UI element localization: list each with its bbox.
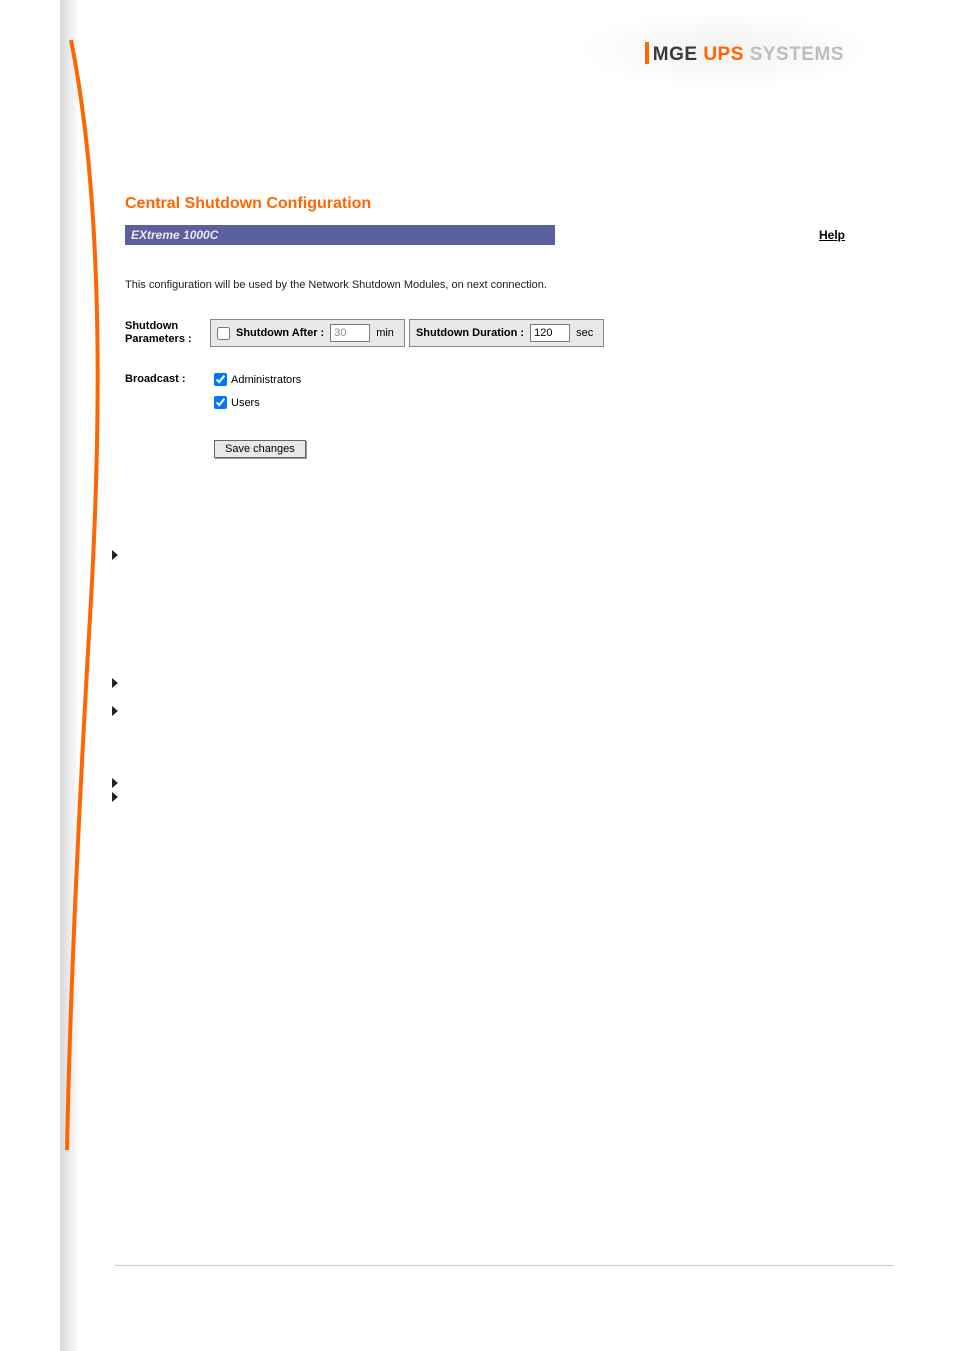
shutdown-parameters-row: Shutdown Parameters : Shutdown After : m… bbox=[125, 319, 845, 347]
description-text: This configuration will be used by the N… bbox=[125, 279, 845, 291]
shutdown-after-unit: min bbox=[376, 327, 394, 339]
bullet-icon bbox=[112, 678, 118, 688]
bullet-icon bbox=[112, 706, 118, 716]
model-name: EXtreme 1000C bbox=[125, 225, 555, 245]
bullet-icon bbox=[112, 792, 118, 802]
broadcast-label: Broadcast : bbox=[125, 373, 210, 386]
shutdown-duration-input[interactable] bbox=[530, 324, 570, 342]
shutdown-parameters-label: Shutdown Parameters : bbox=[125, 320, 210, 346]
users-checkbox[interactable] bbox=[214, 396, 227, 409]
bullet-icon bbox=[112, 778, 118, 788]
shutdown-duration-group: Shutdown Duration : sec bbox=[409, 319, 604, 347]
shutdown-duration-unit: sec bbox=[576, 327, 593, 339]
logo-mge: MGE bbox=[653, 44, 698, 65]
administrators-checkbox[interactable] bbox=[214, 373, 227, 386]
broadcast-administrators-option[interactable]: Administrators bbox=[214, 373, 301, 386]
logo-bar-icon bbox=[645, 42, 649, 64]
orange-accent-curve bbox=[63, 40, 103, 1160]
logo-ups: UPS bbox=[703, 44, 744, 65]
shutdown-after-label: Shutdown After : bbox=[236, 327, 324, 339]
logo-systems: SYSTEMS bbox=[750, 44, 844, 65]
shutdown-after-input[interactable] bbox=[330, 324, 370, 342]
model-strip: EXtreme 1000C Help bbox=[125, 225, 845, 245]
help-link[interactable]: Help bbox=[819, 228, 845, 242]
bullet-icon bbox=[112, 550, 118, 560]
broadcast-row: Broadcast : Administrators Users bbox=[125, 373, 845, 409]
users-label: Users bbox=[231, 397, 260, 409]
brand-logo: MGE UPS SYSTEMS bbox=[645, 42, 844, 66]
administrators-label: Administrators bbox=[231, 374, 301, 386]
footer-divider bbox=[115, 1265, 894, 1266]
shutdown-after-checkbox[interactable] bbox=[217, 327, 230, 340]
side-bullets bbox=[112, 550, 118, 802]
shutdown-after-group: Shutdown After : min bbox=[210, 319, 405, 347]
page-title: Central Shutdown Configuration bbox=[125, 195, 845, 213]
broadcast-users-option[interactable]: Users bbox=[214, 396, 301, 409]
save-changes-button[interactable]: Save changes bbox=[214, 440, 306, 458]
shutdown-duration-label: Shutdown Duration : bbox=[416, 327, 524, 339]
